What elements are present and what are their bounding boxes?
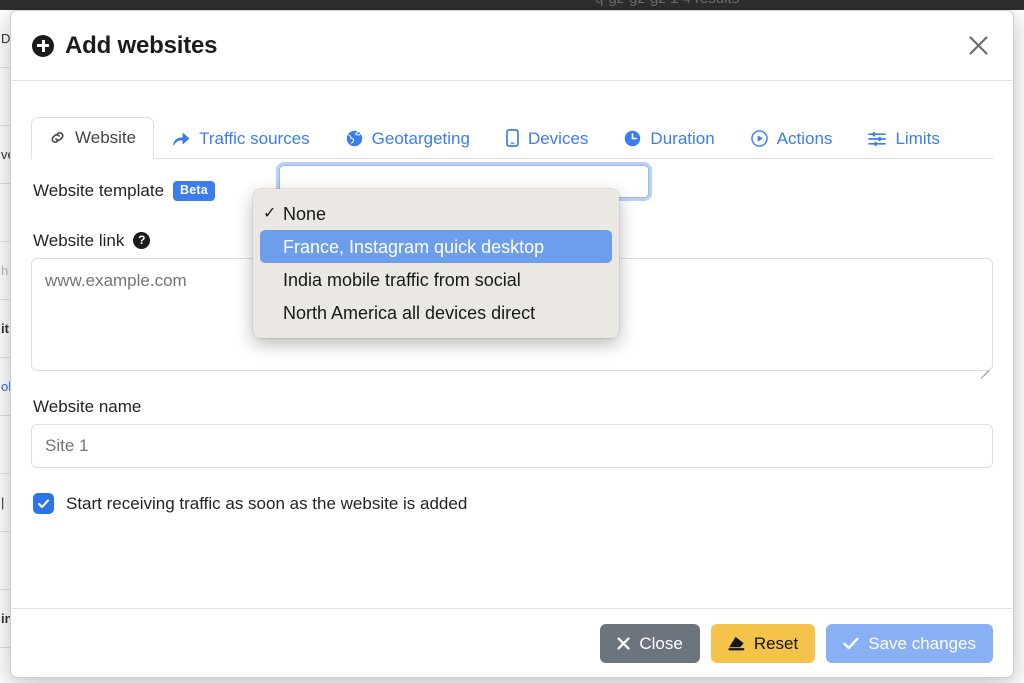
tab-label: Actions: [776, 129, 833, 148]
background-topbar: q-gz-gz-gz 1 4 results: [0, 0, 1024, 10]
eraser-icon: [728, 636, 745, 651]
share-icon: [172, 131, 190, 147]
website-name-label-text: Website name: [33, 396, 142, 416]
dropdown-option[interactable]: France, Instagram quick desktop: [260, 230, 612, 263]
close-button[interactable]: Close: [600, 623, 700, 663]
tab-limits[interactable]: Limits: [850, 118, 957, 159]
tab-label: Geotargeting: [371, 129, 470, 148]
website-template-label-text: Website template: [33, 181, 165, 201]
start-traffic-checkbox[interactable]: [33, 492, 54, 514]
close-button-label: Close: [639, 633, 683, 653]
tab-geotargeting[interactable]: Geotargeting: [328, 118, 488, 159]
question-mark-icon[interactable]: ?: [133, 231, 151, 249]
link-icon: [49, 129, 66, 146]
website-name-input[interactable]: [31, 423, 993, 468]
dropdown-option-label: None: [283, 203, 327, 224]
start-traffic-row[interactable]: Start receiving traffic as soon as the w…: [33, 492, 993, 514]
page-title: Add websites: [65, 31, 218, 59]
background-topbar-text: q-gz-gz-gz 1 4 results: [595, 0, 739, 7]
globe-icon: [346, 130, 363, 147]
save-changes-button-label: Save changes: [868, 633, 976, 653]
save-changes-button[interactable]: Save changes: [826, 623, 993, 663]
add-websites-modal: Add websites Website Traffic sources Geota…: [10, 10, 1014, 678]
dropdown-option-label: India mobile traffic from social: [283, 269, 521, 290]
modal-footer: Close Reset Save changes: [11, 608, 1013, 677]
tab-actions[interactable]: Actions: [733, 118, 851, 159]
modal-header: Add websites: [11, 11, 1013, 81]
start-traffic-label: Start receiving traffic as soon as the w…: [66, 493, 468, 513]
tab-label: Limits: [895, 129, 940, 148]
tab-website[interactable]: Website: [31, 117, 155, 159]
reset-button[interactable]: Reset: [710, 623, 816, 663]
dropdown-option[interactable]: ✓ None: [253, 197, 619, 230]
website-template-label: Website template Beta: [33, 181, 215, 201]
beta-badge: Beta: [173, 181, 215, 201]
close-icon[interactable]: [961, 29, 995, 63]
tab-label: Website: [75, 128, 137, 147]
sliders-icon: [868, 131, 887, 147]
tab-label: Devices: [527, 128, 589, 148]
clock-icon: [624, 130, 641, 147]
tab-devices[interactable]: Devices: [488, 117, 606, 159]
plus-circle-icon: [32, 34, 54, 57]
reset-button-label: Reset: [753, 633, 799, 653]
dropdown-option-label: North America all devices direct: [283, 302, 536, 323]
tab-label: Traffic sources: [199, 129, 310, 148]
x-icon: [617, 636, 630, 650]
dropdown-option[interactable]: India mobile traffic from social: [253, 263, 619, 296]
tab-label: Duration: [650, 129, 715, 148]
play-icon: [750, 130, 768, 147]
check-icon: [843, 637, 859, 650]
website-name-label: Website name: [33, 398, 993, 415]
checkmark-icon: ✓: [263, 204, 277, 222]
dropdown-option[interactable]: North America all devices direct: [253, 296, 619, 329]
tab-traffic-sources[interactable]: Traffic sources: [154, 118, 328, 159]
website-template-dropdown[interactable]: ✓ None France, Instagram quick desktop Indi…: [253, 189, 619, 338]
mobile-icon: [506, 129, 519, 147]
tab-duration[interactable]: Duration: [606, 118, 732, 159]
tab-bar: Website Traffic sources Geotargeting Device…: [31, 111, 993, 159]
dropdown-option-label: France, Instagram quick desktop: [283, 236, 545, 257]
website-link-label-text: Website link: [33, 230, 125, 250]
modal-title: Add websites: [32, 31, 218, 60]
